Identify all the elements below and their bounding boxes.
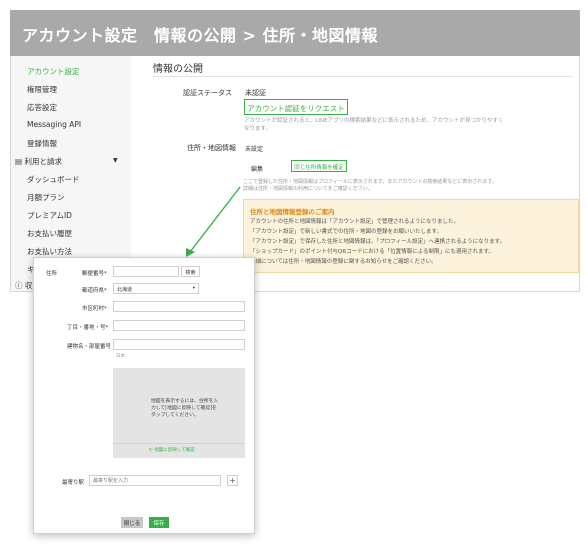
sidebar-item-account-settings[interactable]: アカウント設定 [27,66,80,77]
notice-line: 「ショップカード」のポイント付与QRコードにおける「位置情報による制限」にも適用… [250,249,494,255]
request-auth-button[interactable]: アカウント認証をリクエスト [244,99,348,115]
map-instruction: 地図を表示するには、住所を入力して[地図に反映して確認]をタップしてください。 [151,399,219,418]
prefecture-value: 北海道 [117,287,133,293]
sidebar-item-permissions[interactable]: 権限管理 [27,84,57,95]
sidebar-item-payment-method[interactable]: お支払い方法 [27,246,72,257]
street-label: 丁目・番地・号* [67,325,109,331]
address-map-label: 住所・地図情報 [187,144,236,152]
edit-label[interactable]: 編集 [251,164,263,173]
address-map-value: 未設定 [245,146,264,153]
divider [113,443,245,444]
sidebar-item-premium-id[interactable]: プレミアムID [27,210,72,221]
building-input[interactable] [113,339,245,350]
chevron-down-icon: ▾ [192,286,195,291]
page-title: アカウント設定 情報の公開 > 住所・地図情報 [10,10,580,56]
confirm-address-button[interactable]: 同じ住所情報を確定 [291,160,347,172]
nearest-station-label: 最寄り駅 [62,480,85,486]
street-input[interactable] [113,320,245,331]
sidebar-group-partial[interactable]: ⓘ 収 [15,280,32,291]
divider [153,76,573,77]
city-label: 市区町村* [82,306,107,312]
prefecture-label: 都道府県* [82,288,107,294]
notice-line: 「アカウント設定」で保存した住所と地図情報は、「プロフィール設定」へ連携されるよ… [250,239,506,245]
main-content: 情報の公開 認証ステータス 未認証 アカウント認証をリクエスト アカウントが認証… [131,56,580,291]
city-input[interactable] [113,301,245,312]
address-dialog: 住所 郵便番号* 検索 都道府県* 北海道 ▾ 市区町村* 丁目・番地・号* 建… [33,257,255,534]
prefecture-select[interactable]: 北海道 ▾ [113,283,199,294]
notice-title: 住所と地図情報登録のご案内 [250,208,335,216]
map-preview: 地図を表示するには、住所を入力して[地図に反映して確認]をタップしてください。 … [113,368,245,458]
close-button[interactable]: 閉じる [121,517,143,528]
notice-line: アカウントの住所と地図情報は「アカウント設定」で管理されるようになりました。 [250,219,460,225]
sidebar-item-dashboard[interactable]: ダッシュボード [27,174,80,185]
caret-down-icon[interactable]: ▼ [113,157,118,164]
sidebar-group-billing[interactable]: ▤ 利用と請求 [15,156,62,167]
auth-status-label: 認証ステータス [183,89,232,97]
sidebar-item-payment-history[interactable]: お支払い履歴 [27,228,72,239]
sidebar-group-label: 利用と請求 [24,157,62,166]
notice-box: 住所と地図情報登録のご案内 アカウントの住所と地図情報は「アカウント設定」で管理… [243,199,579,273]
nearest-station-input[interactable] [89,475,221,486]
sidebar-item-messaging-api[interactable]: Messaging API [27,120,81,129]
postal-code-label: 郵便番号* [82,271,107,277]
notice-line: 「アカウント設定」で新しい書式での住所・地図の登録をお願いいたします。 [250,229,442,235]
sidebar-item-registration-info[interactable]: 登録情報 [27,138,57,149]
search-button[interactable]: 検索 [181,266,200,277]
address-note: ここで登録した住所・地図情報はプロフィールに表示されます。またアカウントの検索結… [243,179,497,192]
notice-line: 詳細については住所・地図情報の登録に関するお知らせをご確認ください。 [250,259,437,265]
auth-status-value: 未認証 [245,89,266,97]
building-label: 建物名・部屋番号 [67,344,112,350]
address-section-label: 住所 [46,271,58,277]
info-icon: ⓘ [15,281,25,290]
section-title: 情報の公開 [153,64,203,75]
auth-note: アカウントが認証されると、LINEアプリの検索結果などに表示されるため、アカウン… [244,118,504,132]
save-button[interactable]: 保存 [149,517,169,528]
sidebar-item-response-settings[interactable]: 応答設定 [27,102,57,113]
sidebar: アカウント設定 権限管理 応答設定 Messaging API 登録情報 ▤ 利… [11,56,131,291]
reflect-map-link-label: 地図に反映して確認 [154,448,195,453]
sidebar-item-monthly-plan[interactable]: 月額プラン [27,192,65,203]
add-station-button[interactable]: + [227,475,238,486]
country-note: 日本 [116,354,125,359]
sidebar-group-partial-label: 収 [24,281,33,290]
postal-code-input[interactable] [113,266,179,277]
reflect-map-link[interactable]: ↻ 地図に反映して確認 [149,447,195,453]
